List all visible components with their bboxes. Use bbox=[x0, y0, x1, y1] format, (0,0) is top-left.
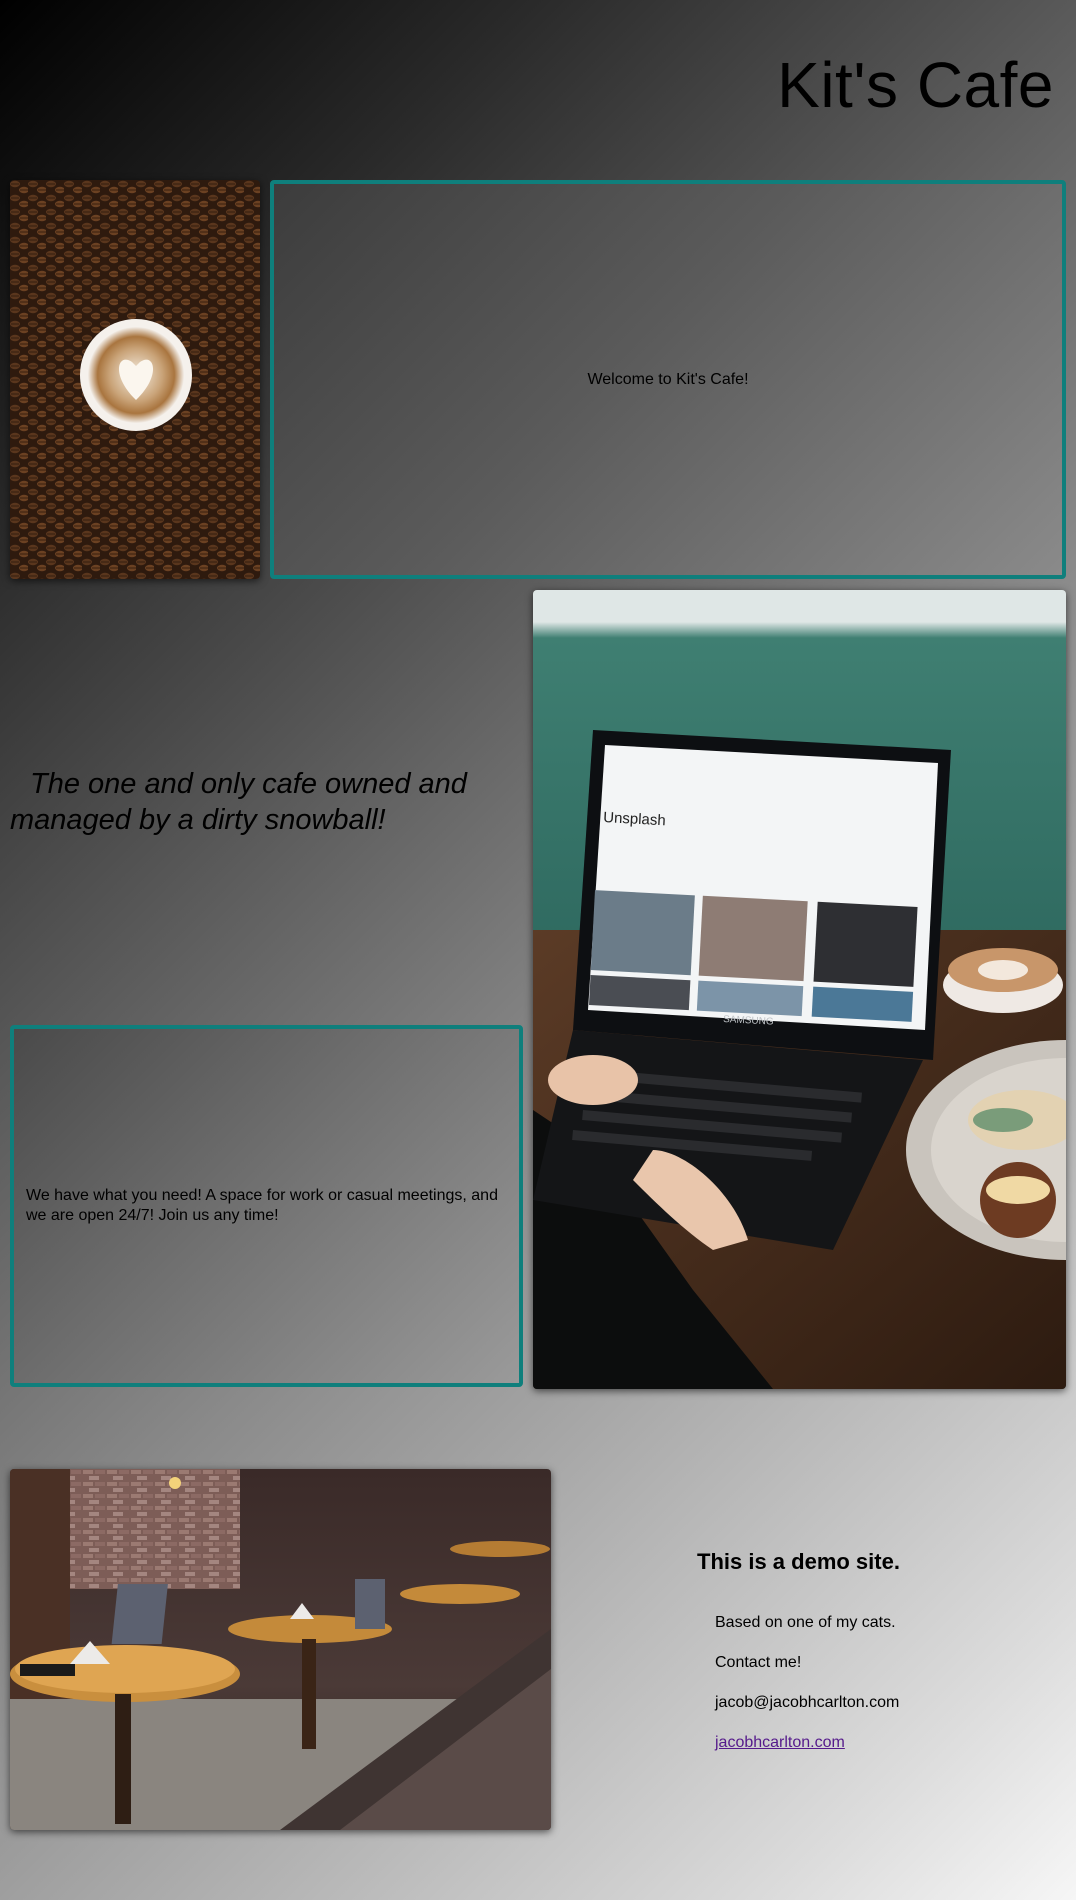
cafe-interior-photo bbox=[10, 1469, 551, 1830]
tagline: The one and only cafe owned and managed … bbox=[10, 768, 467, 836]
info-panel: We have what you need! A space for work … bbox=[10, 1025, 523, 1387]
based-on-text: Based on one of my cats. bbox=[715, 1614, 896, 1631]
site-title: Kit's Cafe bbox=[777, 49, 1054, 121]
latte-beans-photo bbox=[10, 180, 260, 579]
email-text: jacob@jacobhcarlton.com bbox=[715, 1694, 900, 1711]
info-text: We have what you need! A space for work … bbox=[26, 1187, 498, 1224]
contact-heading: Contact me! bbox=[715, 1654, 802, 1671]
welcome-panel: Welcome to Kit's Cafe! bbox=[270, 180, 1066, 579]
welcome-text: Welcome to Kit's Cafe! bbox=[587, 370, 749, 388]
laptop-photo: Unsplash SAMSUNG bbox=[533, 590, 1066, 1389]
laptop-site-name: Unsplash bbox=[603, 809, 666, 829]
website-link[interactable]: jacobhcarlton.com bbox=[715, 1734, 845, 1752]
demo-title: This is a demo site. bbox=[697, 1549, 900, 1574]
